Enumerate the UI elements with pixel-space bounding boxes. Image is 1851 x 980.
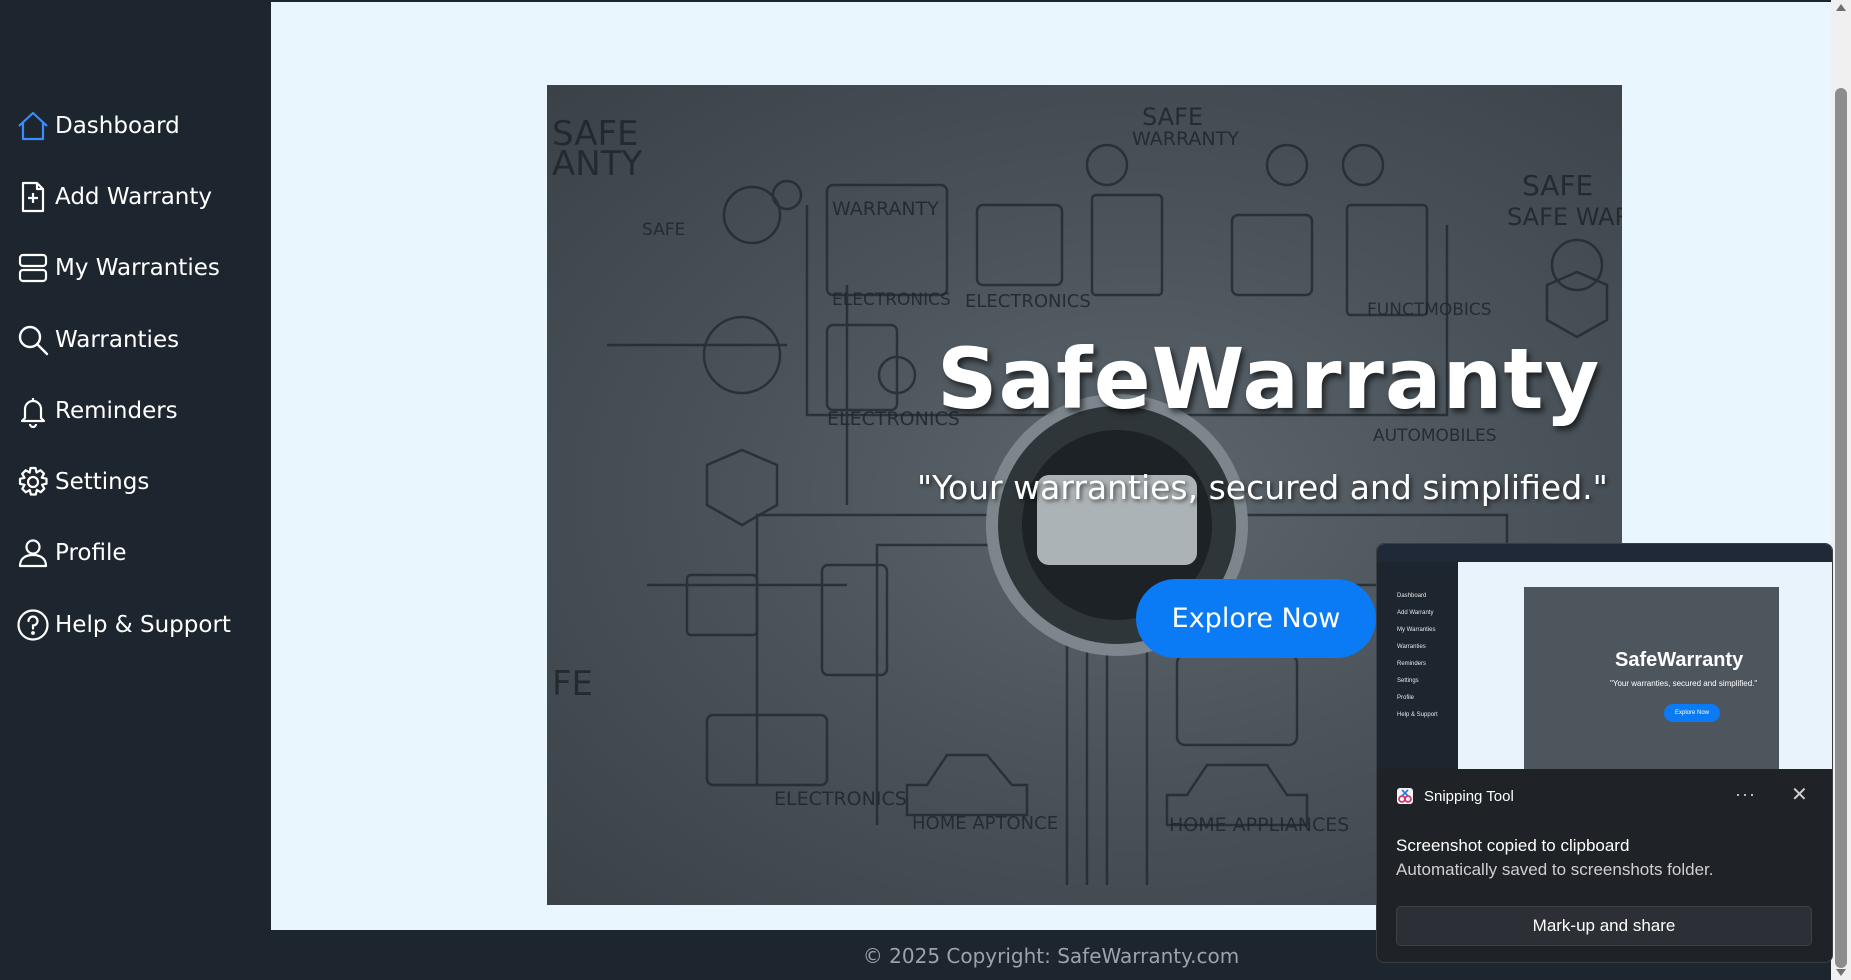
toast-subtitle: Automatically saved to screenshots folde… [1396,860,1714,879]
sidebar-item-label: Profile [55,540,127,567]
sidebar-item-label: My Warranties [55,255,220,282]
svg-text:WARRANTY: WARRANTY [1132,128,1239,150]
sidebar-item-label: Help & Support [55,611,231,638]
svg-text:HOME APPLIANCES: HOME APPLIANCES [1169,814,1349,836]
sidebar-item-warranties[interactable]: Warranties [16,304,231,375]
sidebar-item-label: Warranties [55,326,180,353]
stack-icon [18,254,48,283]
hero-title: SafeWarranty [937,330,1601,428]
gear-icon [18,467,48,496]
preview-nav-item: My Warranties [1397,627,1436,633]
preview-title: SafeWarranty [1615,649,1744,671]
svg-text:ELECTRONICS: ELECTRONICS [832,290,951,310]
toast-title: Screenshot copied to clipboard [1396,836,1630,855]
scroll-down-arrow-icon[interactable] [1836,969,1846,976]
sidebar-item-label: Reminders [55,397,178,424]
preview-nav-item: Dashboard [1397,593,1427,599]
toast-app-name: Snipping Tool [1424,787,1514,805]
screenshot-preview[interactable]: Dashboard Add Warranty My Warranties War… [1377,544,1832,769]
snipping-tool-icon [1397,788,1413,804]
sidebar: Dashboard Add Warranty My Warranties War… [0,0,271,980]
explore-now-button[interactable]: Explore Now [1136,579,1376,658]
more-options-icon[interactable]: ··· [1735,784,1756,805]
scrollbar-thumb[interactable] [1835,88,1847,968]
sidebar-item-settings[interactable]: Settings [16,446,231,517]
close-icon[interactable]: ✕ [1791,782,1808,807]
sidebar-item-dashboard[interactable]: Dashboard [16,90,231,161]
preview-nav-item: Settings [1397,678,1419,684]
mark-up-and-share-button[interactable]: Mark-up and share [1396,906,1812,946]
preview-cta: Explore Now [1664,704,1720,722]
sidebar-item-label: Dashboard [55,112,180,139]
home-icon [18,111,48,140]
svg-text:HOME APTONCE: HOME APTONCE [912,813,1058,834]
preview-nav-item: Warranties [1397,644,1426,650]
svg-text:SAFE: SAFE [1522,169,1593,202]
hero-tagline: "Your warranties, secured and simplified… [917,468,1608,507]
svg-text:ANTY: ANTY [552,144,642,184]
toast-header: Snipping Tool [1396,787,1514,805]
sidebar-item-label: Settings [55,469,150,496]
sidebar-item-help-support[interactable]: Help & Support [16,589,231,660]
preview-nav-item: Reminders [1397,661,1427,667]
svg-text:FE: FE [552,664,593,704]
preview-nav-item: Add Warranty [1397,610,1434,616]
question-circle-icon [17,609,49,641]
snipping-tool-notification: Dashboard Add Warranty My Warranties War… [1376,543,1833,963]
vertical-scrollbar[interactable] [1831,0,1851,980]
svg-text:ELECTRONICS: ELECTRONICS [965,291,1091,312]
bell-icon [20,397,46,428]
sidebar-item-profile[interactable]: Profile [16,518,231,589]
sidebar-item-my-warranties[interactable]: My Warranties [16,233,231,304]
sidebar-item-add-warranty[interactable]: Add Warranty [16,161,231,232]
svg-text:SAFE: SAFE [642,220,685,240]
preview-hero: SafeWarranty "Your warranties, secured a… [1524,587,1779,769]
svg-text:SAFE: SAFE [1142,103,1203,131]
file-plus-icon [21,181,45,213]
scroll-up-arrow-icon[interactable] [1836,4,1846,11]
sidebar-item-reminders[interactable]: Reminders [16,375,231,446]
preview-sidebar: Dashboard Add Warranty My Warranties War… [1377,562,1458,769]
preview-tagline: "Your warranties, secured and simplified… [1610,679,1758,688]
preview-browser-tabs [1377,544,1832,562]
preview-nav-item: Profile [1397,695,1415,701]
preview-nav-item: Help & Support [1397,712,1438,718]
sidebar-nav: Dashboard Add Warranty My Warranties War… [16,90,231,660]
person-icon [18,539,48,568]
search-icon [18,325,49,355]
sidebar-item-label: Add Warranty [55,183,213,210]
svg-text:WARRANTY: WARRANTY [832,198,939,220]
svg-text:SAFE WARRANT: SAFE WARRANT [1507,203,1622,231]
svg-text:ELECTRONICS: ELECTRONICS [774,788,907,810]
svg-text:FUNCTMOBICS: FUNCTMOBICS [1367,300,1492,320]
svg-text:AUTOMOBILES: AUTOMOBILES [1373,426,1497,446]
